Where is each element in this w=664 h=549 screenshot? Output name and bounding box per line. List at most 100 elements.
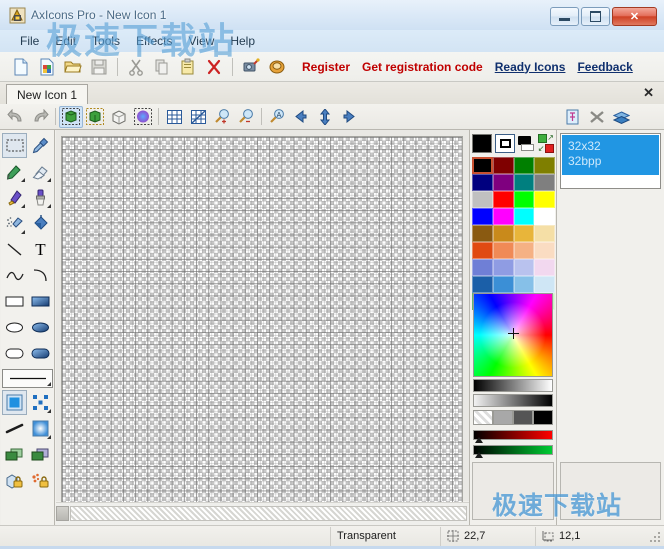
close-button[interactable]: ✕ xyxy=(612,7,657,26)
color-swatch[interactable] xyxy=(472,242,493,259)
tool-menu-arrow-icon[interactable] xyxy=(43,178,51,182)
brush-tool[interactable] xyxy=(28,185,53,210)
zoom-actual-button[interactable]: A xyxy=(265,106,289,128)
new-format-button[interactable] xyxy=(561,106,585,128)
arc-tool[interactable] xyxy=(28,263,53,288)
alpha-gradient-bar[interactable] xyxy=(473,394,553,407)
marker-tool[interactable] xyxy=(2,185,27,210)
save-button[interactable] xyxy=(86,55,112,79)
cube-3d-button[interactable] xyxy=(107,106,131,128)
zoom-out-button[interactable] xyxy=(234,106,258,128)
red-channel-slider[interactable] xyxy=(473,430,553,443)
color-swatch[interactable] xyxy=(534,191,555,208)
menu-view[interactable]: View xyxy=(181,32,223,50)
color-swatch[interactable] xyxy=(492,242,514,259)
slider-thumb-icon[interactable] xyxy=(475,452,483,458)
color-swatch[interactable] xyxy=(534,276,555,293)
color-swatch[interactable] xyxy=(513,157,535,174)
color-swatch[interactable] xyxy=(513,259,535,276)
color-swatch[interactable] xyxy=(472,208,493,225)
color-swatch[interactable] xyxy=(513,225,535,242)
tool-menu-arrow-icon[interactable] xyxy=(17,178,25,182)
color-swatch[interactable] xyxy=(513,174,535,191)
library-button[interactable] xyxy=(264,55,290,79)
align-left-button[interactable] xyxy=(289,106,313,128)
import-image-button[interactable] xyxy=(59,105,83,128)
menu-effects[interactable]: Effects xyxy=(128,32,180,50)
alpha-swatch[interactable] xyxy=(533,410,553,425)
tab-new-icon-1[interactable]: New Icon 1 xyxy=(6,84,89,104)
color-wheel-picker[interactable] xyxy=(473,293,553,377)
color-swatch[interactable] xyxy=(534,174,555,191)
color-swatch[interactable] xyxy=(472,174,493,191)
slider-thumb-icon[interactable] xyxy=(475,437,483,443)
fill-solid-option[interactable] xyxy=(2,390,27,415)
glow-effect-button[interactable] xyxy=(131,106,155,128)
register-link[interactable]: Register xyxy=(302,60,350,74)
line-tool[interactable] xyxy=(2,237,27,262)
color-swatch[interactable] xyxy=(492,157,514,174)
scroll-track[interactable] xyxy=(70,506,467,521)
color-swatch[interactable] xyxy=(492,259,514,276)
color-swatch[interactable] xyxy=(492,225,514,242)
new-image-button[interactable] xyxy=(34,55,60,79)
export-image-button[interactable] xyxy=(83,106,107,128)
gradient-option[interactable] xyxy=(28,416,53,441)
foreground-background-pair[interactable] xyxy=(518,134,535,153)
line-width-arrow-icon[interactable] xyxy=(43,382,51,386)
rectangle-outline-tool[interactable] xyxy=(2,289,27,314)
smooth-option[interactable] xyxy=(2,416,27,441)
tool-menu-arrow-icon[interactable] xyxy=(43,435,51,439)
open-button[interactable] xyxy=(60,55,86,79)
icon-canvas[interactable] xyxy=(61,136,463,514)
color-swatch[interactable] xyxy=(534,242,555,259)
color-swatch[interactable] xyxy=(534,259,555,276)
close-tab-icon[interactable]: ✕ xyxy=(643,85,654,100)
scroll-left-button[interactable] xyxy=(56,506,69,521)
copy-button[interactable] xyxy=(149,55,175,79)
foreground-color-swatch[interactable] xyxy=(472,133,493,153)
layers-button[interactable] xyxy=(609,106,633,128)
layer-back-option[interactable] xyxy=(28,442,53,467)
minimize-button[interactable] xyxy=(550,7,579,26)
tool-menu-arrow-icon[interactable] xyxy=(43,204,51,208)
resize-grip-icon[interactable] xyxy=(649,531,661,543)
paint-bucket-tool[interactable] xyxy=(28,211,53,236)
color-swatch[interactable] xyxy=(492,208,514,225)
color-swatch[interactable] xyxy=(513,242,535,259)
brightness-gradient-bar[interactable] xyxy=(473,379,553,392)
color-swatch[interactable] xyxy=(472,191,493,208)
align-center-button[interactable] xyxy=(313,106,337,128)
feedback-link[interactable]: Feedback xyxy=(577,60,632,74)
menu-tools[interactable]: Tools xyxy=(84,32,128,50)
color-swatch-grid[interactable] xyxy=(472,157,555,310)
alpha-swatch[interactable] xyxy=(473,410,493,425)
color-swatch[interactable] xyxy=(534,225,555,242)
eyedropper-tool[interactable] xyxy=(28,133,53,158)
color-swatch[interactable] xyxy=(472,225,493,242)
color-swatch[interactable] xyxy=(513,191,535,208)
eraser-tool[interactable] xyxy=(28,159,53,184)
lock-alpha-option[interactable] xyxy=(28,468,53,493)
ellipse-filled-tool[interactable] xyxy=(28,315,53,340)
color-swatch[interactable] xyxy=(472,259,493,276)
rect-select-tool[interactable] xyxy=(2,133,27,158)
new-icon-button[interactable] xyxy=(8,55,34,79)
tool-menu-arrow-icon[interactable] xyxy=(17,230,25,234)
cut-button[interactable] xyxy=(123,55,149,79)
alpha-swatch[interactable] xyxy=(513,410,533,425)
layer-front-option[interactable] xyxy=(2,442,27,467)
round-rect-outline-tool[interactable] xyxy=(2,341,27,366)
tool-menu-arrow-icon[interactable] xyxy=(17,204,25,208)
color-swatch[interactable] xyxy=(534,208,555,225)
pixel-grid-button[interactable] xyxy=(186,106,210,128)
redo-button[interactable] xyxy=(28,106,52,128)
color-swatch[interactable] xyxy=(513,276,535,293)
swap-colors-icon[interactable]: ↗ ↙ xyxy=(537,133,554,153)
pencil-tool[interactable] xyxy=(2,159,27,184)
color-swatch[interactable] xyxy=(472,276,493,293)
alpha-swatch[interactable] xyxy=(493,410,513,425)
color-swatch[interactable] xyxy=(492,191,514,208)
paste-button[interactable] xyxy=(175,55,201,79)
align-right-button[interactable] xyxy=(337,106,361,128)
